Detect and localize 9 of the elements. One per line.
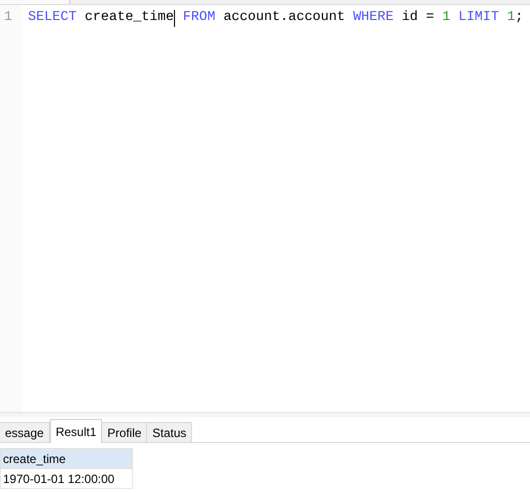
result-tab[interactable]: essage [0,422,50,442]
line-number: 1 [3,9,14,27]
table-cell: 1970-01-01 12:00:00 [0,468,132,488]
result-tab[interactable]: Status [147,422,192,442]
code-line: SELECT create_time FROM account.account WHERE id = 1 LIMIT 1; [28,8,524,28]
column-header[interactable]: create_time [0,448,132,468]
result-tab[interactable]: Profile [102,422,148,442]
result-tab[interactable]: Result1 [50,419,102,443]
text-cursor [174,10,175,26]
